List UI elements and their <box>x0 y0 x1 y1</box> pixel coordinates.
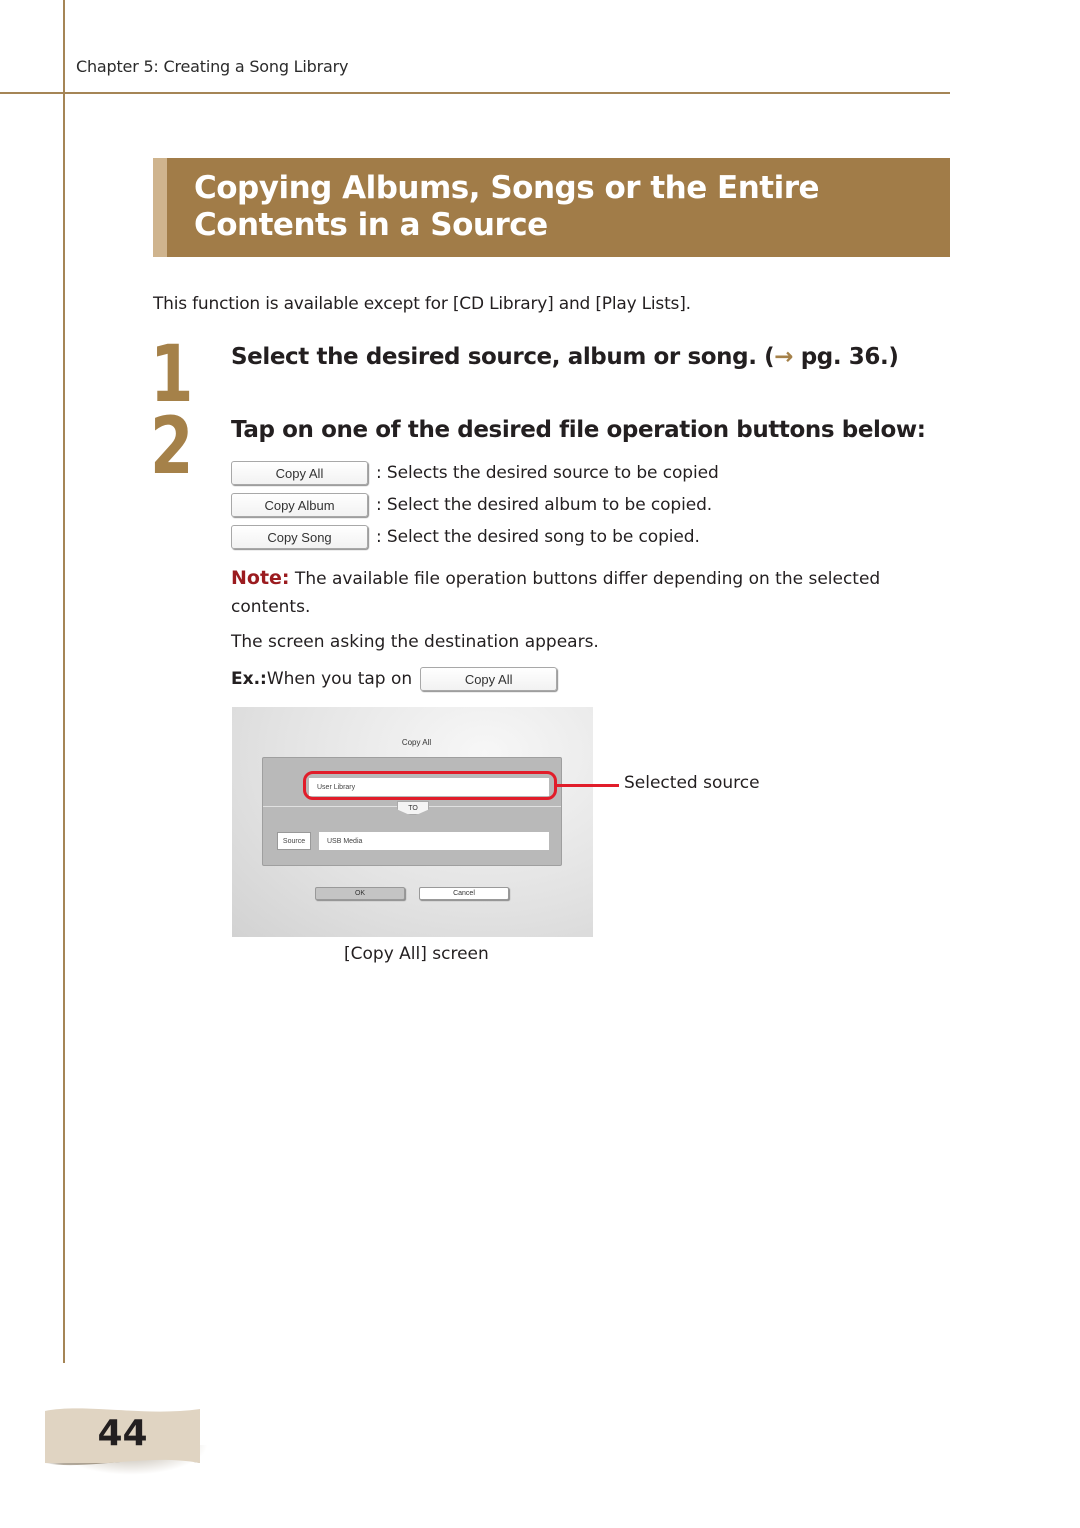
copy-song-row: Copy Song : Select the desired song to b… <box>231 524 700 550</box>
to-indicator: TO <box>397 801 429 815</box>
callout-line <box>557 784 619 787</box>
cancel-button[interactable]: Cancel <box>419 887 509 900</box>
example-line: Ex.: When you tap on Copy All <box>231 667 558 691</box>
margin-rule-vertical <box>63 0 65 1363</box>
title-accent-bar <box>153 158 167 257</box>
header-rule <box>0 92 950 94</box>
source-button[interactable]: Source <box>277 832 311 850</box>
copy-all-screenshot: Copy All User Library TO Source USB Medi… <box>232 707 593 937</box>
destination-field[interactable]: USB Media <box>319 832 549 850</box>
section-title-band: Copying Albums, Songs or the Entire Cont… <box>153 158 950 257</box>
copy-album-button[interactable]: Copy Album <box>231 493 368 517</box>
note-label: Note: <box>231 567 290 589</box>
intro-text: This function is available except for [C… <box>153 294 691 314</box>
note-text: The available file operation buttons dif… <box>231 569 881 617</box>
screenshot-caption: [Copy All] screen <box>344 944 489 964</box>
example-label: Ex.: <box>231 669 267 689</box>
step-1-text: Select the desired source, album or song… <box>231 344 899 370</box>
chapter-header: Chapter 5: Creating a Song Library <box>76 57 349 76</box>
page-number: 44 <box>97 1413 148 1454</box>
destination-screen-text: The screen asking the destination appear… <box>231 632 599 652</box>
note: Note: The available file operation butto… <box>231 564 951 621</box>
arrow-right-icon: → <box>774 344 794 370</box>
step-number-2: 2 <box>150 402 194 492</box>
page-number-tag: 44 <box>45 1405 208 1485</box>
step-1-text-start: Select the desired source, album or song… <box>231 344 775 370</box>
copy-all-description: : Selects the desired source to be copie… <box>376 463 719 483</box>
copy-album-description: : Select the desired album to be copied. <box>376 495 713 515</box>
example-text: When you tap on <box>266 669 413 689</box>
ok-button[interactable]: OK <box>315 887 405 900</box>
dialog-title: Copy All <box>401 738 432 747</box>
copy-all-button[interactable]: Copy All <box>231 461 368 485</box>
copy-album-row: Copy Album : Select the desired album to… <box>231 492 712 518</box>
example-copy-all-button[interactable]: Copy All <box>420 667 558 691</box>
section-title: Copying Albums, Songs or the Entire Cont… <box>194 170 820 243</box>
copy-all-row: Copy All : Selects the desired source to… <box>231 460 719 486</box>
copy-song-description: : Select the desired song to be copied. <box>376 527 700 547</box>
step-2-text: Tap on one of the desired file operation… <box>231 417 926 443</box>
copy-song-button[interactable]: Copy Song <box>231 525 368 549</box>
callout-label: Selected source <box>624 773 760 793</box>
selected-source-highlight <box>303 771 557 800</box>
page-reference-link[interactable]: pg. 36.) <box>793 344 899 370</box>
